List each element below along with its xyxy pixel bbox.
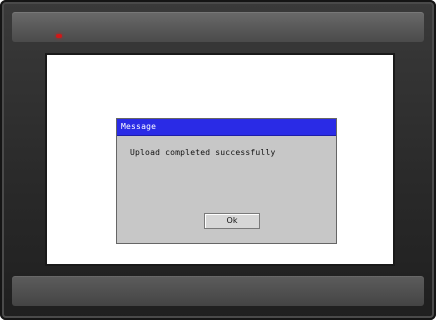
bottom-bezel (12, 276, 424, 306)
touchscreen[interactable]: Message Upload completed successfully Ok (47, 55, 393, 264)
hmi-device-frame: Message Upload completed successfully Ok (0, 0, 436, 320)
message-dialog: Message Upload completed successfully Ok (117, 119, 336, 243)
ok-button[interactable]: Ok (204, 213, 260, 229)
dialog-title: Message (121, 122, 157, 131)
power-led-icon (56, 34, 62, 38)
dialog-titlebar: Message (117, 119, 336, 136)
top-bezel (12, 12, 424, 42)
dialog-message: Upload completed successfully (130, 148, 276, 157)
